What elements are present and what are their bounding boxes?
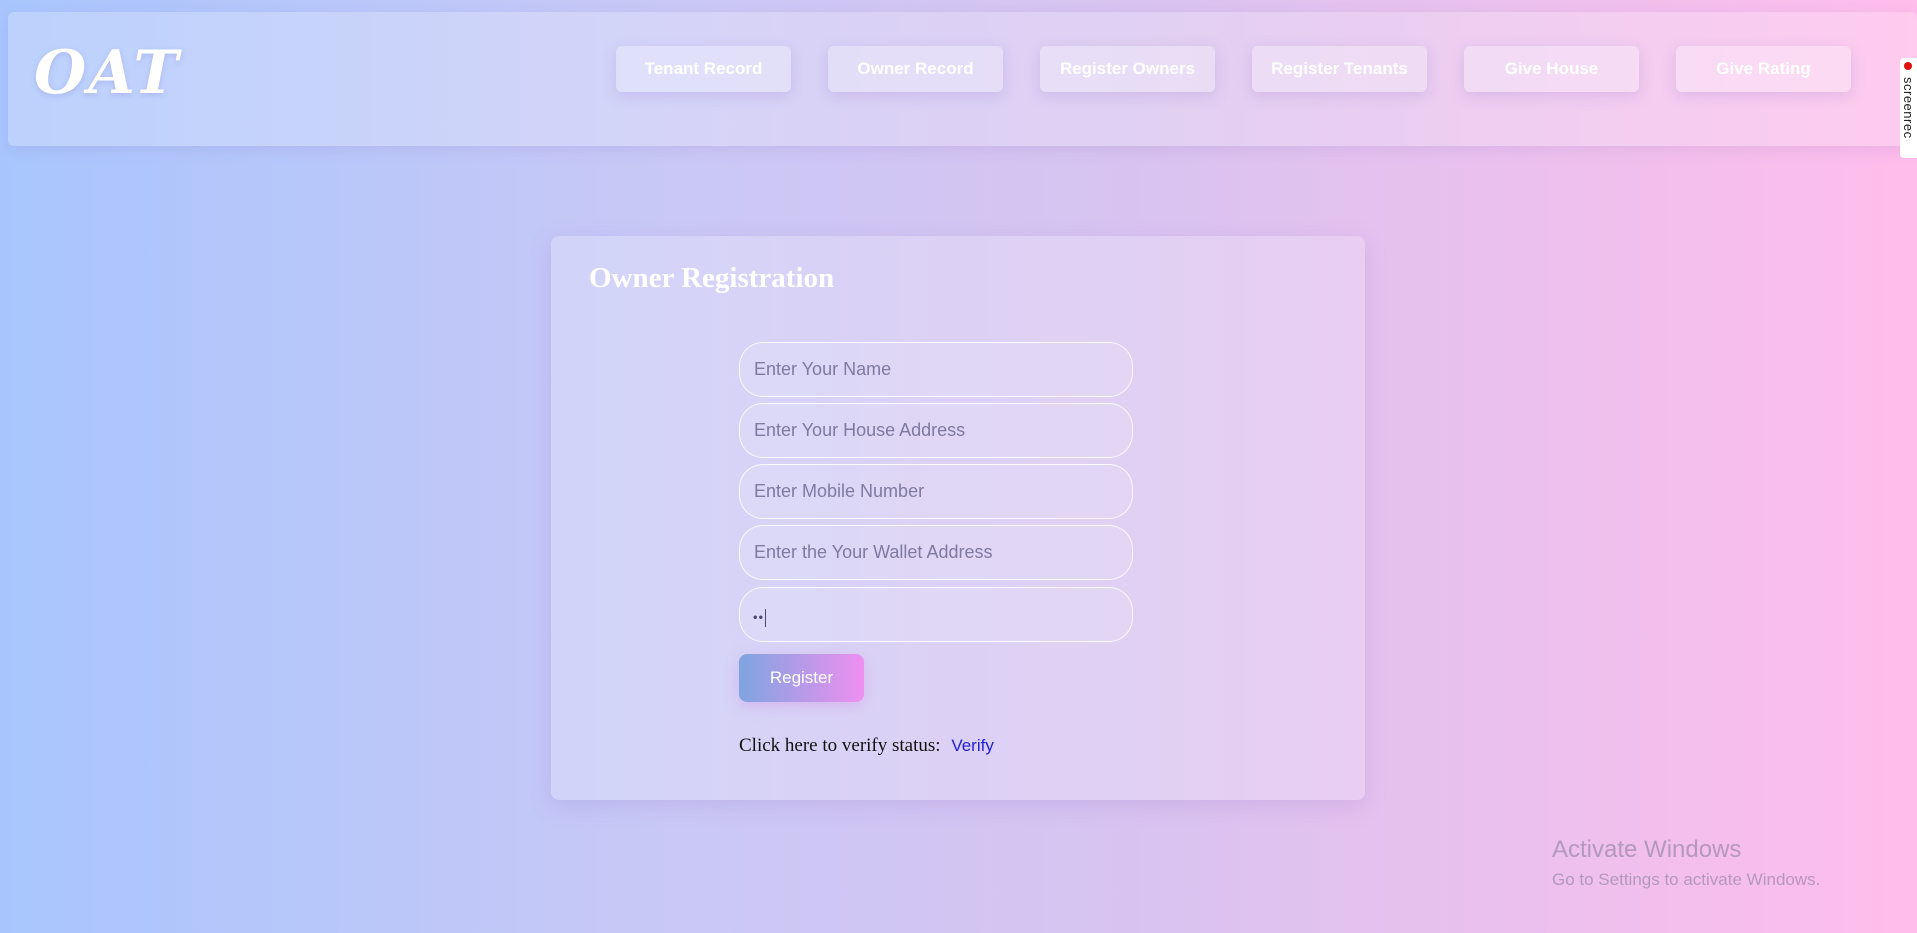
register-button[interactable]: Register <box>739 654 864 702</box>
activate-windows-watermark: Activate Windows Go to Settings to activ… <box>1552 836 1820 890</box>
nav-register-tenants-button[interactable]: Register Tenants <box>1252 46 1427 92</box>
verify-link[interactable]: Verify <box>951 736 994 755</box>
password-mask: •• <box>753 609 765 625</box>
nav-owner-record-button[interactable]: Owner Record <box>828 46 1003 92</box>
nav-give-house-button[interactable]: Give House <box>1464 46 1639 92</box>
password-value: •• <box>753 609 767 627</box>
nav-give-rating-button[interactable]: Give Rating <box>1676 46 1851 92</box>
mobile-number-input[interactable] <box>739 464 1133 519</box>
owner-registration-card: Owner Registration •• Register Click her… <box>551 236 1365 800</box>
nav-tenant-record-button[interactable]: Tenant Record <box>616 46 791 92</box>
screenrec-label: screenrec <box>1901 77 1916 139</box>
top-navbar: OAT Tenant Record Owner Record Register … <box>8 12 1917 146</box>
wallet-address-input[interactable] <box>739 525 1133 580</box>
app-logo[interactable]: OAT <box>34 38 180 108</box>
verify-status-row: Click here to verify status: Verify <box>739 735 994 757</box>
name-input[interactable] <box>739 342 1133 397</box>
form-title: Owner Registration <box>589 262 835 294</box>
text-caret <box>765 609 767 627</box>
house-address-input[interactable] <box>739 403 1133 458</box>
nav-register-owners-button[interactable]: Register Owners <box>1040 46 1215 92</box>
record-dot-icon <box>1904 62 1912 70</box>
password-input[interactable] <box>739 587 1133 642</box>
watermark-subtitle: Go to Settings to activate Windows. <box>1552 870 1821 889</box>
watermark-title: Activate Windows <box>1552 836 1742 863</box>
screenrec-badge[interactable]: screenrec <box>1900 58 1917 158</box>
verify-status-text: Click here to verify status: <box>739 735 941 756</box>
